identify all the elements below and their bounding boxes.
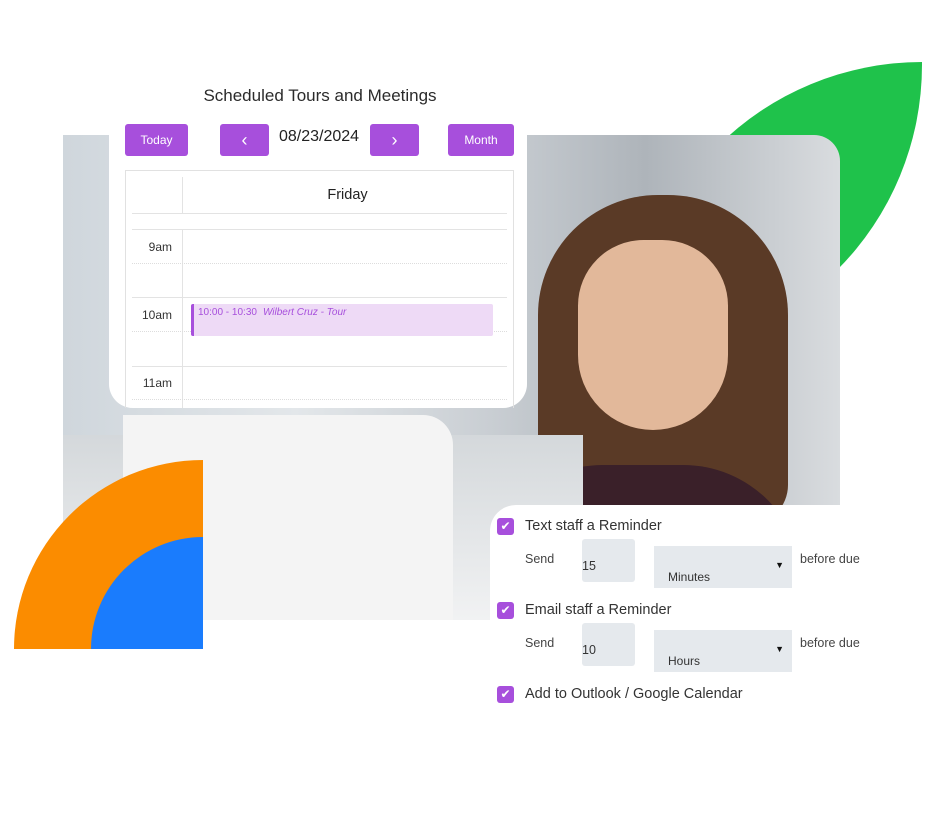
grid-divider (182, 229, 183, 408)
before-due-label: before due (800, 636, 860, 650)
hour-label: 9am (148, 240, 172, 254)
today-button[interactable]: Today (125, 124, 188, 156)
next-day-button[interactable]: › (370, 124, 419, 156)
month-view-button[interactable]: Month (448, 124, 514, 156)
hour-label: 10am (141, 308, 172, 322)
calendar-sync-checkbox[interactable]: ✔ (497, 686, 514, 703)
check-icon: ✔ (500, 519, 511, 533)
selected-unit: Minutes (668, 570, 711, 584)
reminder-panel: ✔ Text staff a Reminder Send 15 Minutes ▼… (490, 505, 910, 725)
grid-line (132, 213, 507, 214)
event-title: Wilbert Cruz - Tour (262, 307, 347, 318)
day-grid: Friday 9am 10am 11am 10:00 - 10:30 Wilber… (125, 170, 514, 408)
current-date: 08/23/2024 (278, 128, 360, 145)
before-due-label: before due (800, 552, 860, 566)
send-label: Send (525, 552, 555, 566)
calendar-title: Scheduled Tours and Meetings (203, 86, 437, 105)
email-reminder-amount-input[interactable]: 10 (582, 623, 635, 666)
grid-line (132, 229, 507, 230)
grid-line (132, 399, 507, 400)
text-reminder-label: Text staff a Reminder (525, 518, 662, 534)
email-reminder-unit-select[interactable]: Hours ▼ (654, 630, 792, 672)
hour-label: 11am (142, 376, 172, 390)
email-reminder-checkbox[interactable]: ✔ (497, 602, 514, 619)
grid-line (132, 297, 507, 298)
calendar-event[interactable]: 10:00 - 10:30 Wilbert Cruz - Tour (191, 304, 493, 336)
event-time: 10:00 - 10:30 (198, 307, 257, 318)
check-icon: ✔ (500, 603, 511, 617)
grid-line (132, 366, 507, 367)
check-icon: ✔ (500, 687, 511, 701)
caret-down-icon: ▼ (775, 644, 784, 654)
text-reminder-checkbox[interactable]: ✔ (497, 518, 514, 535)
email-reminder-label: Email staff a Reminder (525, 602, 672, 618)
calendar-sync-label: Add to Outlook / Google Calendar (525, 686, 743, 702)
day-header: Friday (327, 187, 368, 203)
grid-line (132, 263, 507, 264)
send-label: Send (525, 636, 555, 650)
photo-face (578, 240, 728, 430)
prev-day-button[interactable]: ‹ (220, 124, 269, 156)
text-reminder-unit-select[interactable]: Minutes ▼ (654, 546, 792, 588)
text-reminder-amount-input[interactable]: 15 (582, 539, 635, 582)
caret-down-icon: ▼ (775, 560, 784, 570)
selected-unit: Hours (668, 654, 701, 668)
